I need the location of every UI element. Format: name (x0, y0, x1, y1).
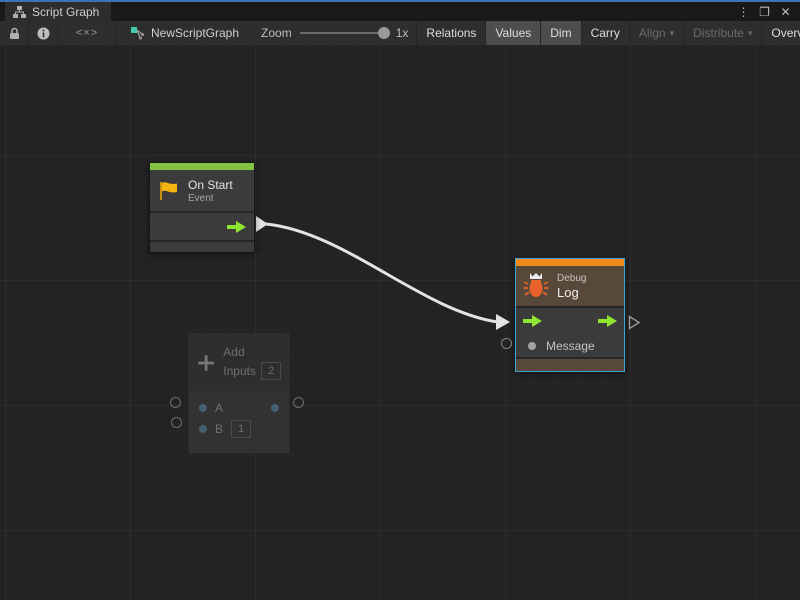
overview-label: Overview (771, 26, 800, 40)
script-graph-asset-icon (131, 27, 145, 40)
connection-wire[interactable] (0, 45, 800, 600)
add-port-row-a: A (189, 397, 289, 418)
trigger-output-port[interactable] (598, 315, 617, 327)
carry-button[interactable]: Carry (581, 21, 629, 45)
info-icon (37, 27, 50, 40)
add-port-row-b: B 1 (189, 418, 289, 439)
graph-hierarchy-icon (13, 6, 26, 18)
on-start-footer (150, 242, 254, 252)
value-input-port-b[interactable] (199, 425, 207, 433)
script-graph-window: Script Graph ⋮ ❐ ✕ <×> (0, 0, 800, 600)
lock-icon (9, 27, 20, 40)
on-start-subtitle: Event (188, 193, 233, 204)
zoom-slider[interactable] (300, 32, 388, 34)
debug-log-titles: Debug Log (557, 273, 586, 300)
graph-name-label: NewScriptGraph (151, 26, 239, 40)
plus-icon (197, 350, 215, 376)
zoom-value: 1x (396, 26, 409, 40)
port-b-label: B (215, 422, 223, 436)
debug-log-accent-strip (516, 259, 624, 266)
add-inputs-count-field[interactable]: 2 (261, 362, 281, 380)
distribute-label: Distribute (693, 26, 744, 40)
dim-button[interactable]: Dim (540, 21, 580, 45)
zoom-control: Zoom 1x (253, 21, 416, 45)
on-start-accent-strip (150, 163, 254, 170)
align-label: Align (639, 26, 666, 40)
debug-log-footer (516, 359, 624, 371)
maximize-icon[interactable]: ❐ (756, 3, 773, 20)
window-menu-icon[interactable]: ⋮ (735, 3, 752, 20)
tab-title: Script Graph (32, 5, 99, 19)
carry-label: Carry (591, 26, 620, 40)
node-on-start[interactable]: On Start Event (149, 162, 255, 253)
zoom-label: Zoom (261, 26, 292, 40)
add-inputs-line: Inputs 2 (223, 362, 281, 380)
value-input-port-a[interactable] (199, 404, 207, 412)
add-titles: Add Inputs 2 (223, 345, 281, 380)
port-b-value-field[interactable]: 1 (231, 420, 251, 438)
on-start-title: On Start (188, 178, 233, 192)
close-icon[interactable]: ✕ (777, 3, 794, 20)
debug-log-message-row: Message (516, 334, 624, 357)
add-input-a-unconnected-port[interactable] (170, 397, 181, 408)
values-button[interactable]: Values (485, 21, 540, 45)
on-start-ports-row (150, 213, 254, 240)
trigger-output-port[interactable] (227, 221, 246, 233)
port-a-label: A (215, 401, 223, 415)
debug-log-flow-row (516, 308, 624, 334)
info-button[interactable] (29, 21, 58, 45)
node-add-dimmed[interactable]: Add Inputs 2 A B 1 (188, 333, 290, 454)
tab-bar: Script Graph ⋮ ❐ ✕ (0, 2, 800, 21)
wire-arrowhead (496, 314, 510, 330)
add-inputs-label: Inputs (223, 364, 256, 378)
code-icon: <×> (76, 27, 98, 39)
graph-toolbar: <×> NewScriptGraph Zoom 1x Relations Val… (0, 21, 800, 46)
debug-log-header: Debug Log (516, 266, 624, 306)
overview-button[interactable]: Overview (761, 21, 800, 45)
tab-script-graph[interactable]: Script Graph (5, 2, 111, 21)
wire-source-triangle (256, 216, 268, 232)
on-start-header: On Start Event (150, 170, 254, 211)
zoom-slider-handle[interactable] (378, 27, 390, 39)
debug-message-unconnected-port[interactable] (501, 338, 512, 349)
relations-button[interactable]: Relations (416, 21, 485, 45)
align-button[interactable]: Align ▾ (629, 21, 683, 45)
chevron-down-icon: ▾ (670, 28, 675, 39)
add-ports-body: A B 1 (189, 391, 289, 453)
window-controls: ⋮ ❐ ✕ (735, 2, 800, 21)
debug-log-title: Log (557, 285, 586, 300)
bug-icon (523, 272, 549, 300)
message-input-port[interactable] (528, 342, 536, 350)
add-title: Add (223, 345, 281, 359)
dim-label: Dim (550, 26, 571, 40)
message-port-label: Message (546, 339, 595, 353)
add-input-b-unconnected-port[interactable] (171, 417, 182, 428)
graph-name-group[interactable]: NewScriptGraph (117, 21, 253, 45)
debug-output-unconnected-triangle[interactable] (628, 315, 641, 330)
values-label: Values (495, 26, 531, 40)
add-header: Add Inputs 2 (189, 334, 289, 391)
distribute-button[interactable]: Distribute ▾ (683, 21, 761, 45)
trigger-input-port[interactable] (523, 315, 542, 327)
code-view-button[interactable]: <×> (58, 21, 117, 45)
on-start-titles: On Start Event (188, 178, 233, 204)
node-debug-log[interactable]: Debug Log Message (515, 258, 625, 372)
debug-log-category: Debug (557, 273, 586, 284)
toolbar-buttons: Relations Values Dim Carry Align ▾ Distr… (416, 21, 800, 45)
relations-label: Relations (426, 26, 476, 40)
lock-button[interactable] (0, 21, 29, 45)
flag-icon (156, 179, 180, 203)
chevron-down-icon: ▾ (748, 28, 753, 39)
value-output-port[interactable] (271, 404, 279, 412)
graph-canvas[interactable]: On Start Event (0, 45, 800, 600)
add-output-unconnected-port[interactable] (293, 397, 304, 408)
